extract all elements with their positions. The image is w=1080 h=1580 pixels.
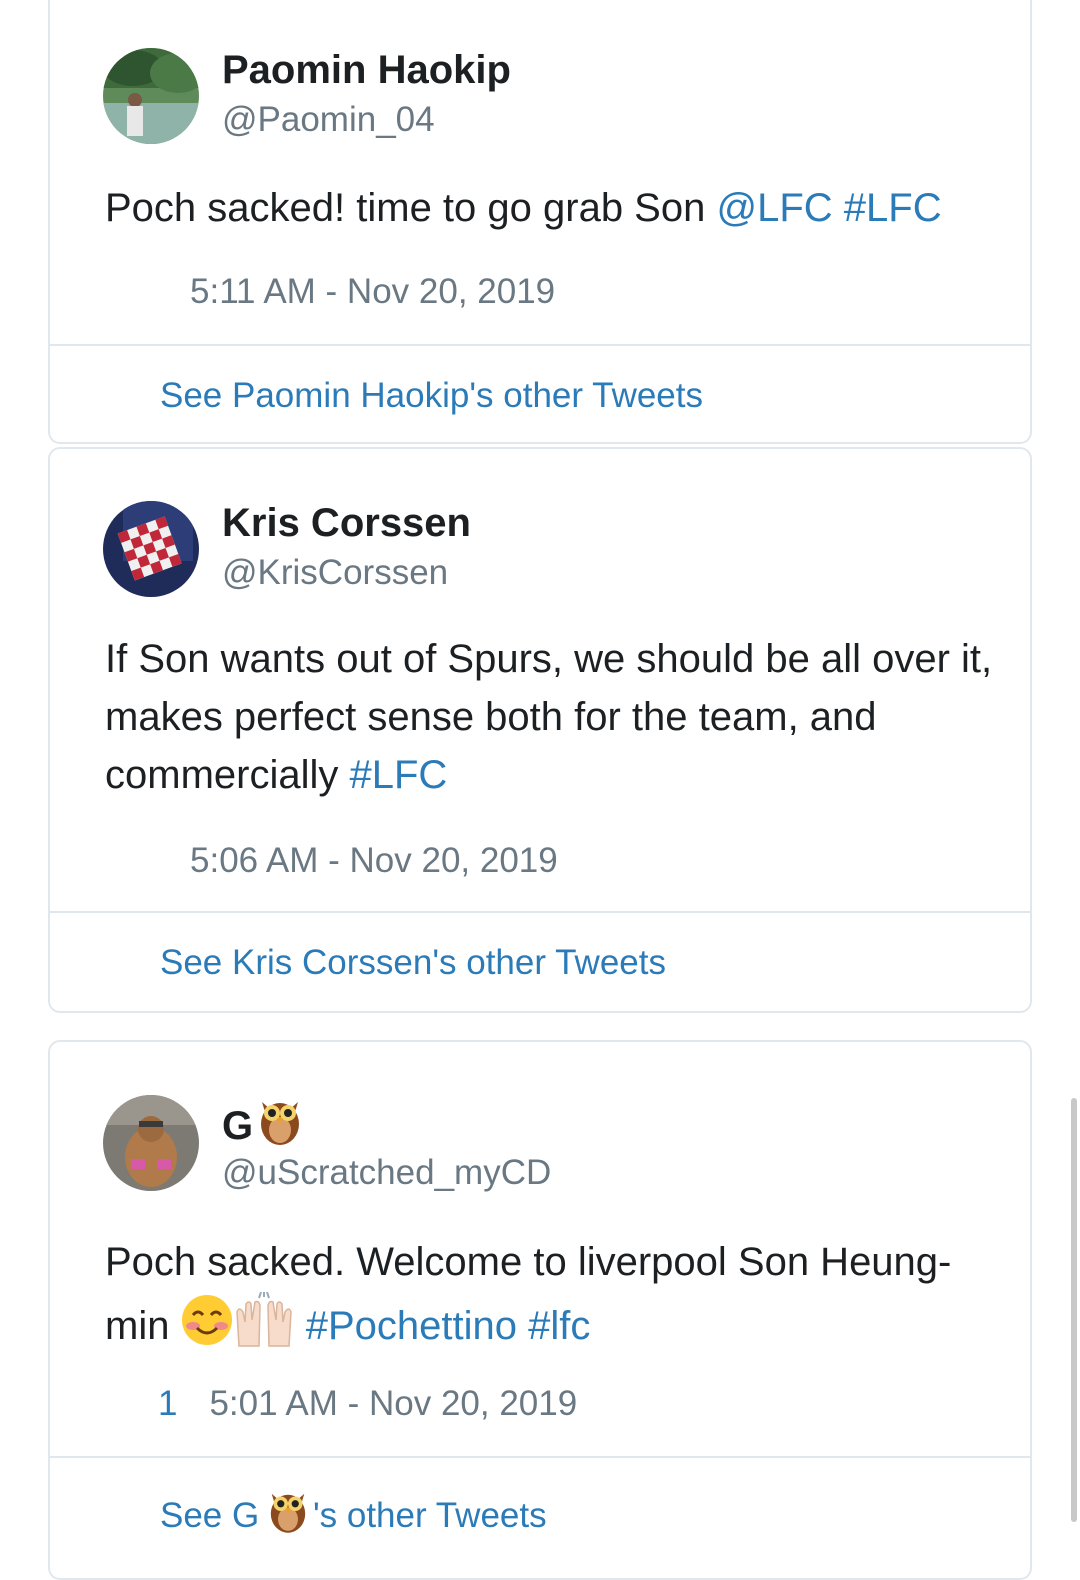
owl-icon <box>259 1096 301 1156</box>
tweet-timestamp[interactable]: 5:01 AM - Nov 20, 2019 <box>209 1384 577 1423</box>
divider <box>50 1456 1030 1458</box>
owl-icon <box>269 1488 307 1543</box>
tweet-meta: 1 5:01 AM - Nov 20, 2019 <box>158 1384 609 1424</box>
mention-link[interactable]: @LFC <box>716 186 832 230</box>
scrollbar[interactable] <box>1071 1098 1077 1522</box>
hashtag-link[interactable]: #Pochettino <box>306 1304 517 1348</box>
tweet-card: Paomin Haokip @Paomin_04 Poch sacked! ti… <box>48 0 1032 444</box>
avatar[interactable] <box>103 1095 199 1191</box>
like-count[interactable]: 1 <box>158 1384 177 1423</box>
avatar[interactable] <box>103 48 199 144</box>
tweet-card: G @uScratched_myCD Poch sacked. Welcome … <box>48 1040 1032 1580</box>
user-name[interactable]: Paomin Haokip <box>222 48 511 93</box>
raising-hands-emoji <box>233 1291 295 1365</box>
tweet-text: Poch sacked! time to go grab Son @LFC #L… <box>105 186 942 230</box>
hashtag-link[interactable]: #LFC <box>844 186 942 230</box>
divider <box>50 344 1030 346</box>
tweet-timestamp[interactable]: 5:06 AM - Nov 20, 2019 <box>190 841 558 881</box>
hashtag-link[interactable]: #LFC <box>349 753 447 797</box>
user-name[interactable]: Kris Corssen <box>222 501 471 546</box>
tweet-timestamp[interactable]: 5:11 AM - Nov 20, 2019 <box>190 272 555 312</box>
other-tweets-link[interactable]: See Paomin Haokip's other Tweets <box>160 376 703 416</box>
other-tweets-link[interactable]: See G 's other Tweets <box>160 1488 547 1543</box>
avatar[interactable] <box>103 501 199 597</box>
tweet-text: If Son wants out of Spurs, we should be … <box>105 637 993 797</box>
smiling-face-emoji <box>181 1294 233 1363</box>
user-handle[interactable]: @Paomin_04 <box>222 100 435 140</box>
tweet-text: Poch sacked. Welcome to liverpool Son He… <box>105 1232 1005 1365</box>
user-handle[interactable]: @uScratched_myCD <box>222 1153 551 1193</box>
user-name[interactable]: G <box>222 1096 301 1156</box>
divider <box>50 911 1030 913</box>
user-handle[interactable]: @KrisCorssen <box>222 553 448 593</box>
hashtag-link[interactable]: #lfc <box>528 1304 590 1348</box>
tweet-card: Kris Corssen @KrisCorssen If Son wants o… <box>48 447 1032 1013</box>
other-tweets-link[interactable]: See Kris Corssen's other Tweets <box>160 943 666 983</box>
